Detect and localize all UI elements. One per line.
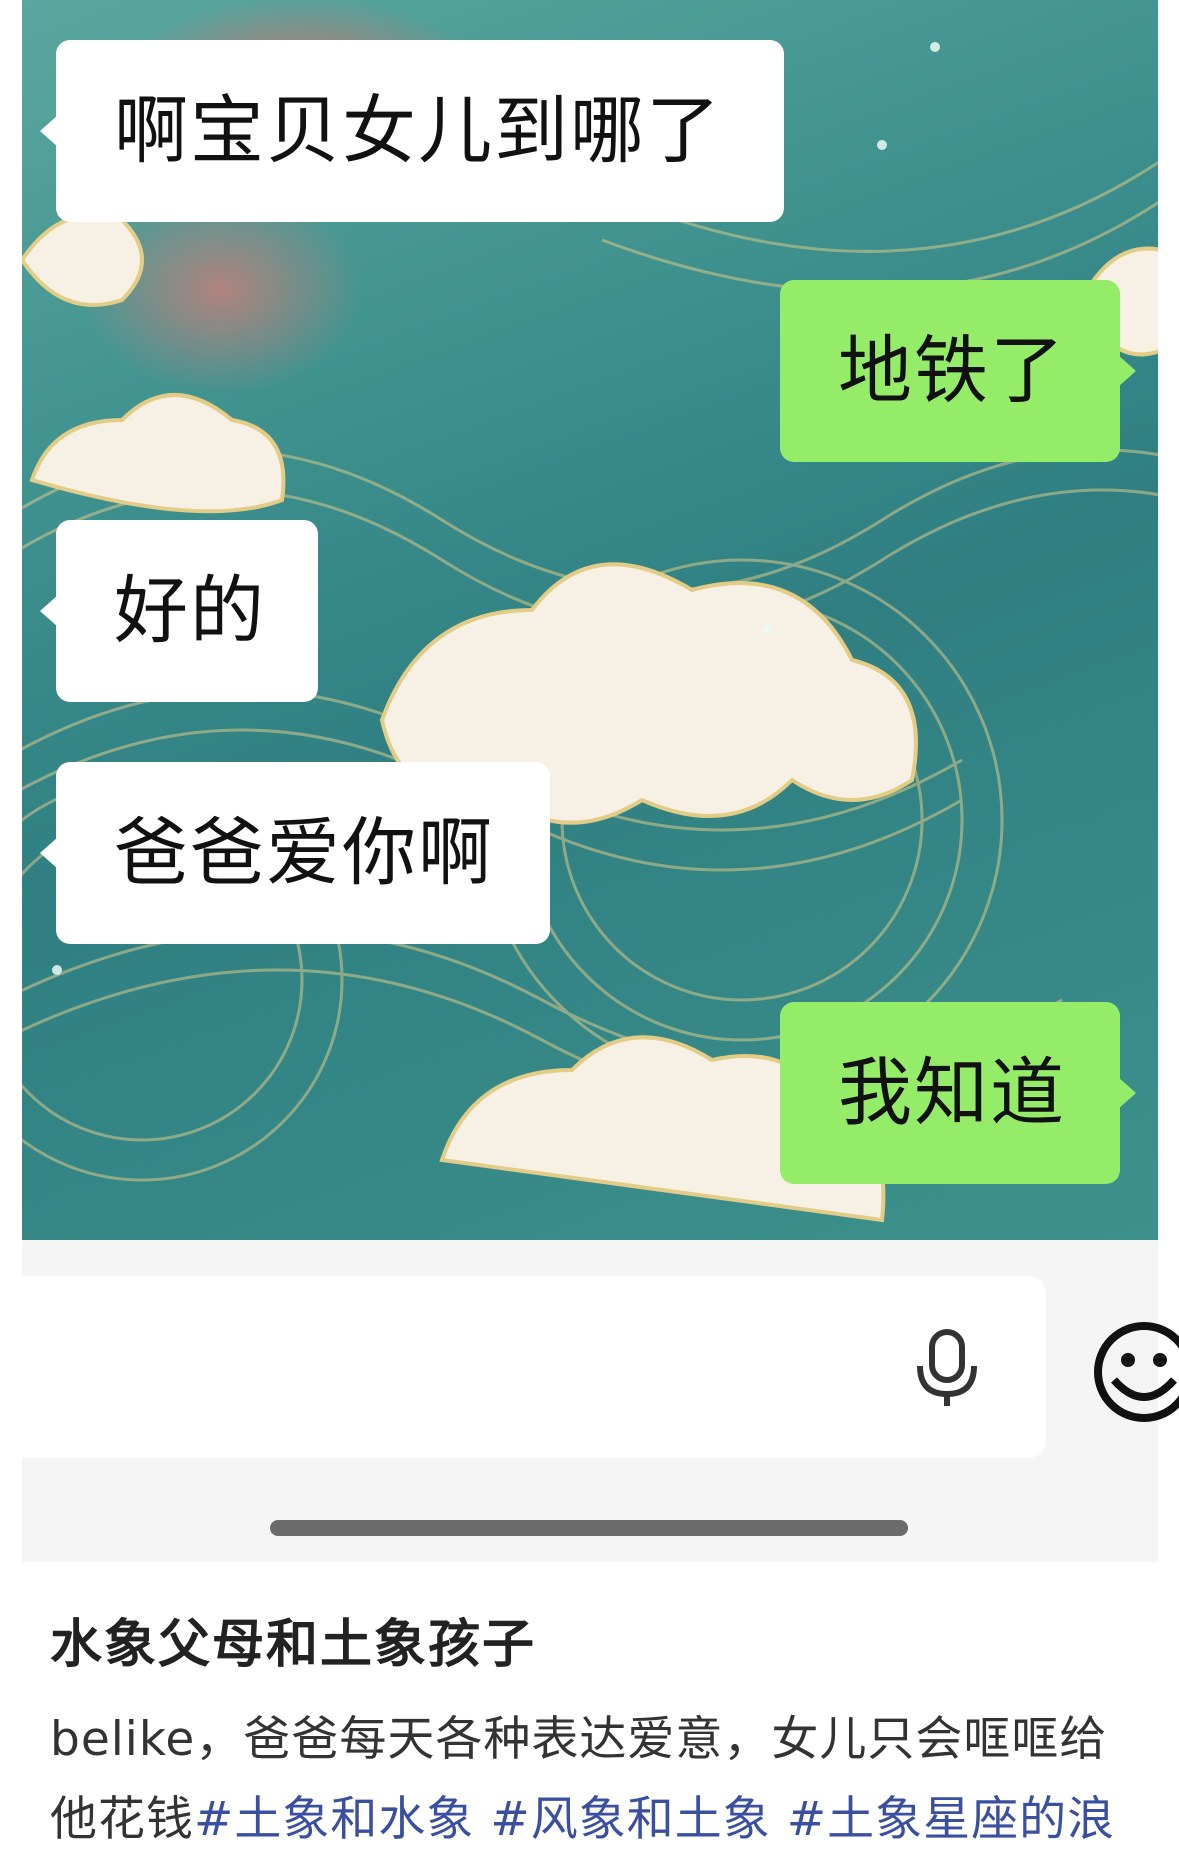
sparkle [762,625,772,635]
message-input[interactable] [22,1276,1046,1458]
home-indicator[interactable] [270,1520,908,1536]
hashtag-link[interactable]: #风象和土象 [490,1792,770,1847]
microphone-icon[interactable] [910,1328,984,1408]
input-panel [22,1240,1158,1562]
post-title: 水象父母和土象孩子 [50,1615,537,1675]
sparkle [52,965,62,975]
post-body: belike，爸爸每天各种表达爱意，女儿只会哐哐给他花钱#土象和水象 #风象和土… [50,1700,1150,1860]
message-bubble-received[interactable]: 啊宝贝女儿到哪了 [40,40,784,222]
hashtag-link[interactable]: #土象星座的浪 [787,1792,1115,1847]
emoji-face-icon[interactable] [1090,1322,1179,1422]
message-bubble-sent[interactable]: 地铁了 [780,280,1136,462]
message-bubble-received[interactable]: 爸爸爱你啊 [40,762,550,944]
message-bubble-sent[interactable]: 我知道 [780,1002,1136,1184]
sparkle [877,140,887,150]
hashtag-link[interactable]: #土象和水象 [194,1792,474,1847]
sparkle [930,42,940,52]
message-bubble-received[interactable]: 好的 [40,520,318,702]
